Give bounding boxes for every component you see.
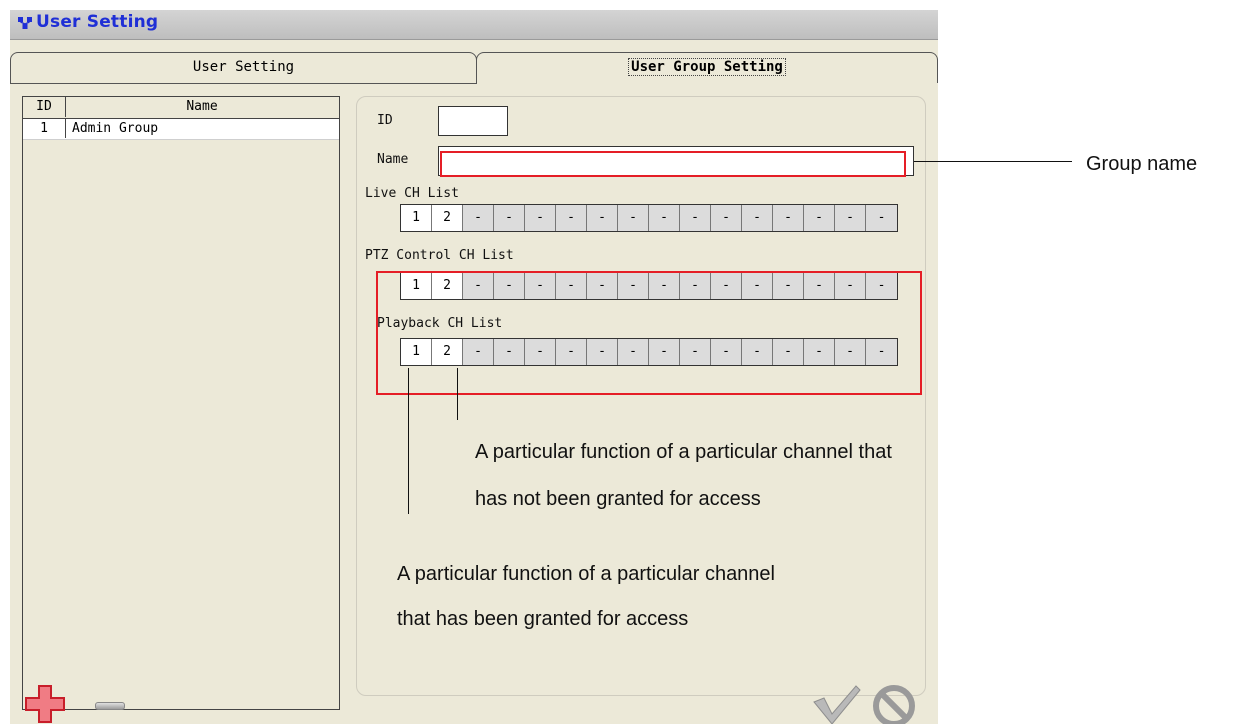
live-ch-list-label: Live CH List (365, 186, 459, 201)
name-field-highlight (440, 151, 906, 177)
not-granted-callout-line (457, 368, 458, 420)
live-channel-cell[interactable]: 1 (401, 205, 432, 231)
live-channel-cell[interactable]: - (463, 205, 494, 231)
plus-icon[interactable] (24, 684, 66, 724)
live-channel-cell[interactable]: - (525, 205, 556, 231)
group-name-callout-line (914, 161, 1072, 162)
live-channel-cell[interactable]: - (587, 205, 618, 231)
not-granted-annotation-line1: A particular function of a particular ch… (475, 441, 892, 463)
live-channel-cell[interactable]: - (649, 205, 680, 231)
table-row[interactable]: 1 Admin Group (23, 118, 339, 140)
cancel-icon[interactable] (868, 682, 920, 724)
column-header-id[interactable]: ID (23, 97, 66, 117)
live-channel-cell[interactable]: - (742, 205, 773, 231)
ptz-ch-list-label: PTZ Control CH List (365, 248, 514, 263)
live-channel-cell[interactable]: - (618, 205, 649, 231)
group-list-header: ID Name (23, 97, 339, 117)
tab-user-group-setting-label: User Group Setting (628, 58, 786, 76)
granted-callout-line (408, 368, 409, 514)
column-header-name[interactable]: Name (66, 97, 338, 117)
live-channel-cell[interactable]: 2 (432, 205, 463, 231)
live-channel-cell[interactable]: - (773, 205, 804, 231)
live-channel-cell[interactable]: - (711, 205, 742, 231)
live-channel-cell[interactable]: - (494, 205, 525, 231)
granted-annotation-line1: A particular function of a particular ch… (397, 563, 775, 585)
network-icon (18, 17, 32, 29)
id-field[interactable] (438, 106, 508, 136)
live-channel-cell[interactable]: - (835, 205, 866, 231)
tab-user-setting[interactable]: User Setting (10, 52, 477, 84)
granted-annotation-line2: that has been granted for access (397, 608, 689, 630)
id-label: ID (377, 113, 393, 128)
tab-bar: User Setting User Group Setting (10, 52, 938, 84)
live-channel-cell[interactable]: - (866, 205, 897, 231)
live-ch-list: 12-------------- (400, 204, 898, 232)
tab-user-group-setting[interactable]: User Group Setting (476, 52, 938, 83)
window-title: User Setting (36, 12, 159, 32)
group-name-annotation: Group name (1086, 153, 1198, 175)
minus-icon[interactable] (95, 702, 125, 710)
live-channel-cell[interactable]: - (556, 205, 587, 231)
group-name-cell: Admin Group (72, 121, 159, 136)
name-label: Name (377, 152, 409, 167)
live-channel-cell[interactable]: - (680, 205, 711, 231)
live-channel-cell[interactable]: - (804, 205, 835, 231)
group-id-cell: 1 (23, 119, 66, 138)
checkmark-icon[interactable] (812, 684, 862, 724)
group-list: ID Name 1 Admin Group (22, 96, 340, 710)
not-granted-annotation-line2: has not been granted for access (475, 488, 761, 510)
